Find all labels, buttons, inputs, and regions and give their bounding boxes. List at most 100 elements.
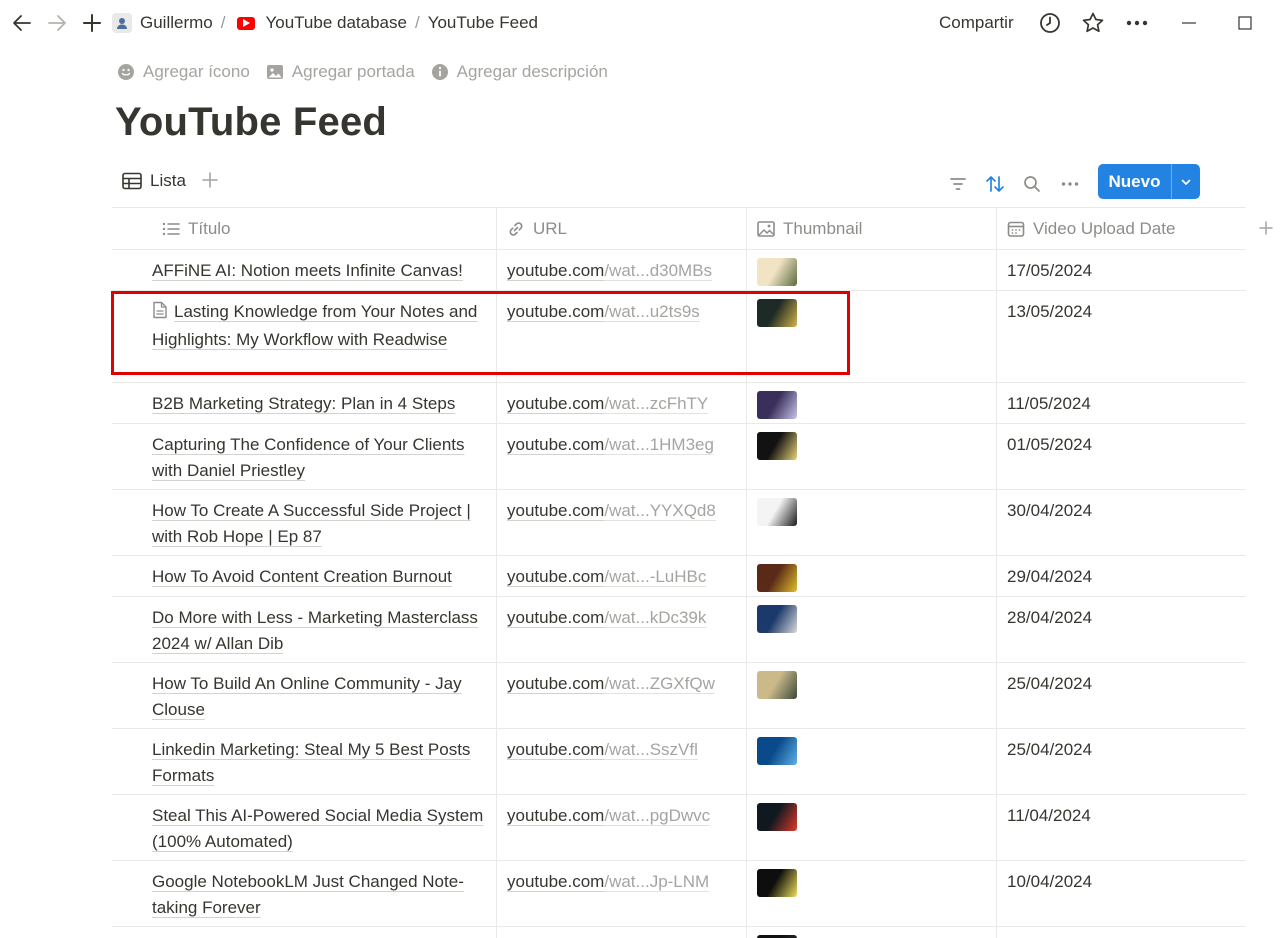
cell-url[interactable]: youtube.com/wat...u2ts9s	[497, 291, 747, 382]
table-row[interactable]: Linkedin Marketing: Steal My 5 Best Post…	[112, 729, 1246, 795]
row-title-text[interactable]: Google NotebookLM Just Changed Note-taki…	[152, 872, 464, 917]
row-title-text[interactable]: Lasting Knowledge from Your Notes and Hi…	[152, 302, 477, 349]
row-title-text[interactable]: Linkedin Marketing: Steal My 5 Best Post…	[152, 740, 470, 785]
cell-thumbnail[interactable]	[747, 795, 997, 860]
row-title-text[interactable]: How To Create A Successful Side Project …	[152, 501, 471, 546]
cell-thumbnail[interactable]	[747, 729, 997, 794]
cell-thumbnail[interactable]	[747, 250, 997, 290]
cell-upload-date[interactable]: 10/04/2024	[997, 861, 1246, 926]
cell-upload-date[interactable]: 25/04/2024	[997, 663, 1246, 728]
cell-title[interactable]: Google NotebookLM Just Changed Note-taki…	[112, 861, 497, 926]
column-header-title[interactable]: Título	[112, 208, 497, 249]
video-thumbnail[interactable]	[757, 299, 797, 327]
video-thumbnail[interactable]	[757, 737, 797, 765]
new-dropdown-button[interactable]	[1171, 164, 1200, 199]
video-thumbnail[interactable]	[757, 803, 797, 831]
cell-thumbnail[interactable]	[747, 861, 997, 926]
cell-upload-date[interactable]: 28/04/2024	[997, 597, 1246, 662]
url-domain-link[interactable]: youtube.com	[507, 806, 604, 825]
url-domain-link[interactable]: youtube.com	[507, 608, 604, 627]
add-column-button[interactable]	[1258, 216, 1274, 242]
url-path-link[interactable]: /wat...zcFhTY	[604, 394, 708, 413]
add-icon-button[interactable]: Agregar ícono	[117, 62, 250, 82]
cell-thumbnail[interactable]	[747, 490, 997, 555]
video-thumbnail[interactable]	[757, 432, 797, 460]
cell-url[interactable]: youtube.com/wat...Jp-LNM	[497, 861, 747, 926]
url-domain-link[interactable]: youtube.com	[507, 302, 604, 321]
forward-button[interactable]	[44, 10, 70, 36]
row-title-text[interactable]: How To Build An Online Community - Jay C…	[152, 674, 462, 719]
cell-title[interactable]: How To Avoid Content Creation Burnout	[112, 556, 497, 596]
maximize-window-button[interactable]	[1233, 11, 1257, 35]
row-title-text[interactable]: Do More with Less - Marketing Masterclas…	[152, 608, 478, 653]
cell-url[interactable]: youtube.com/wat...d30MBs	[497, 250, 747, 290]
url-path-link[interactable]: /wat...Jp-LNM	[604, 872, 709, 891]
table-row[interactable]: How To Avoid Content Creation Burnout you…	[112, 556, 1246, 597]
new-page-button[interactable]	[79, 10, 105, 36]
video-thumbnail[interactable]	[757, 391, 797, 419]
view-more-button[interactable]	[1058, 172, 1082, 196]
cell-url[interactable]: youtube.com/wat...YYXQd8	[497, 490, 747, 555]
view-tab-list[interactable]: Lista	[122, 171, 186, 191]
video-thumbnail[interactable]	[757, 869, 797, 897]
url-domain-link[interactable]: youtube.com	[507, 674, 604, 693]
add-description-button[interactable]: Agregar descripción	[431, 62, 608, 82]
video-thumbnail[interactable]	[757, 671, 797, 699]
cell-title[interactable]: Capturing The Confidence of Your Clients…	[112, 424, 497, 489]
history-button[interactable]	[1038, 11, 1062, 35]
cell-url[interactable]: youtube.com/wat...SszVfl	[497, 729, 747, 794]
cell-url[interactable]: youtube.com/wat...ZGXfQw	[497, 663, 747, 728]
cell-title[interactable]: How To Create A Successful Side Project …	[112, 490, 497, 555]
url-domain-link[interactable]: youtube.com	[507, 501, 604, 520]
table-row[interactable]: AFFiNE AI: Notion meets Infinite Canvas!…	[112, 250, 1246, 291]
cell-thumbnail[interactable]	[747, 927, 997, 938]
column-header-url[interactable]: URL	[497, 208, 747, 249]
table-row[interactable]: How To Build An Online Community - Jay C…	[112, 663, 1246, 729]
new-button[interactable]: Nuevo	[1098, 164, 1171, 199]
cell-title[interactable]: How To Build An Online Community - Jay C…	[112, 663, 497, 728]
column-header-thumbnail[interactable]: Thumbnail	[747, 208, 997, 249]
search-button[interactable]	[1020, 172, 1044, 196]
table-row[interactable]	[112, 927, 1246, 938]
breadcrumb-database[interactable]: YouTube database	[237, 13, 407, 33]
table-row[interactable]: How To Create A Successful Side Project …	[112, 490, 1246, 556]
cell-upload-date[interactable]: 29/04/2024	[997, 556, 1246, 596]
cell-url[interactable]: youtube.com/wat...1HM3eg	[497, 424, 747, 489]
breadcrumb-user[interactable]: Guillermo	[112, 13, 213, 33]
cell-url[interactable]	[497, 927, 747, 938]
table-row[interactable]: Google NotebookLM Just Changed Note-taki…	[112, 861, 1246, 927]
cell-url[interactable]: youtube.com/wat...kDc39k	[497, 597, 747, 662]
cell-thumbnail[interactable]	[747, 556, 997, 596]
cell-upload-date[interactable]: 13/05/2024	[997, 291, 1246, 382]
row-title-text[interactable]: How To Avoid Content Creation Burnout	[152, 567, 452, 586]
table-row[interactable]: Do More with Less - Marketing Masterclas…	[112, 597, 1246, 663]
url-path-link[interactable]: /wat...ZGXfQw	[604, 674, 715, 693]
table-row[interactable]: Lasting Knowledge from Your Notes and Hi…	[112, 291, 1246, 383]
video-thumbnail[interactable]	[757, 498, 797, 526]
cell-url[interactable]: youtube.com/wat...-LuHBc	[497, 556, 747, 596]
video-thumbnail[interactable]	[757, 564, 797, 592]
url-domain-link[interactable]: youtube.com	[507, 872, 604, 891]
share-button[interactable]: Compartir	[939, 13, 1014, 33]
cell-upload-date[interactable]: 11/04/2024	[997, 795, 1246, 860]
page-title[interactable]: YouTube Feed	[115, 100, 387, 145]
url-path-link[interactable]: /wat...SszVfl	[604, 740, 698, 759]
video-thumbnail[interactable]	[757, 258, 797, 286]
video-thumbnail[interactable]	[757, 605, 797, 633]
row-title-text[interactable]: B2B Marketing Strategy: Plan in 4 Steps	[152, 394, 455, 413]
cell-title[interactable]: Lasting Knowledge from Your Notes and Hi…	[112, 291, 497, 382]
url-path-link[interactable]: /wat...pgDwvc	[604, 806, 710, 825]
url-domain-link[interactable]: youtube.com	[507, 394, 604, 413]
cell-thumbnail[interactable]	[747, 424, 997, 489]
cell-upload-date[interactable]: 17/05/2024	[997, 250, 1246, 290]
cell-url[interactable]: youtube.com/wat...zcFhTY	[497, 383, 747, 423]
url-path-link[interactable]: /wat...kDc39k	[604, 608, 706, 627]
sort-button[interactable]	[983, 172, 1007, 196]
row-title-text[interactable]: AFFiNE AI: Notion meets Infinite Canvas!	[152, 261, 463, 280]
row-title-text[interactable]: Capturing The Confidence of Your Clients…	[152, 435, 465, 480]
filter-button[interactable]	[946, 172, 970, 196]
url-domain-link[interactable]: youtube.com	[507, 567, 604, 586]
cell-title[interactable]: AFFiNE AI: Notion meets Infinite Canvas!	[112, 250, 497, 290]
column-header-date[interactable]: Video Upload Date	[997, 208, 1246, 249]
cell-upload-date[interactable]: 25/04/2024	[997, 729, 1246, 794]
